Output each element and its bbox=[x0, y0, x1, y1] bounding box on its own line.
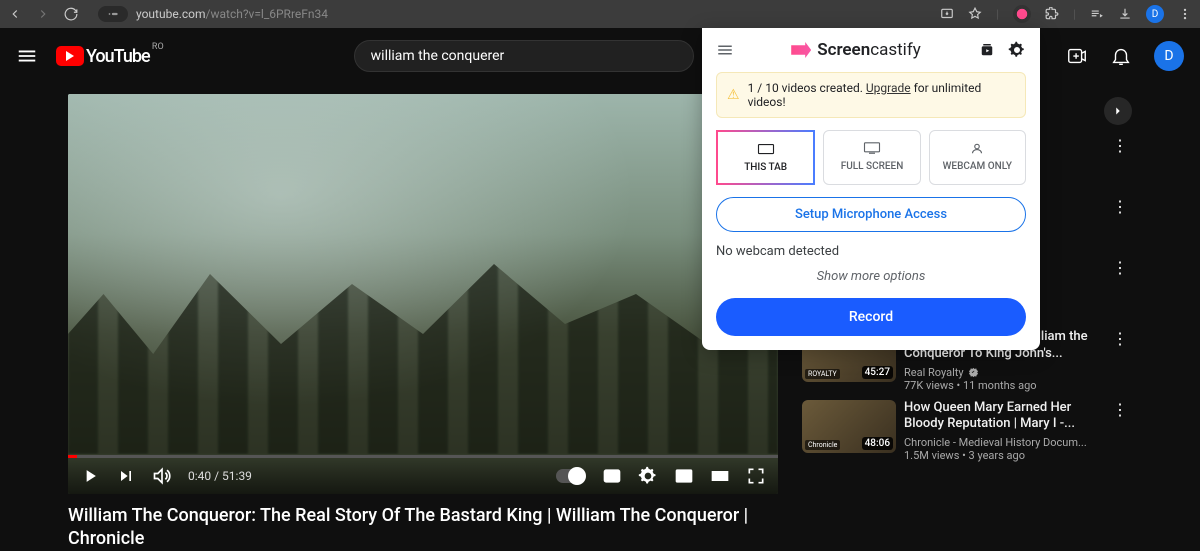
recommendation-item[interactable]: Chronicle48:06How Queen Mary Earned Her … bbox=[802, 400, 1132, 463]
play-icon[interactable] bbox=[80, 466, 100, 486]
time-display: 0:40 / 51:39 bbox=[188, 469, 252, 483]
rec-menu-icon[interactable]: ⋮ bbox=[1108, 329, 1132, 392]
video-title: William The Conqueror: The Real Story Of… bbox=[68, 504, 778, 551]
youtube-logo[interactable]: YouTube RO bbox=[56, 46, 150, 67]
screencastify-logo: Screencastify bbox=[791, 40, 921, 60]
video-player[interactable]: 0:40 / 51:39 bbox=[68, 94, 778, 494]
no-webcam-text: No webcam detected bbox=[702, 244, 1040, 269]
mode-this-tab[interactable]: THIS TAB bbox=[716, 130, 815, 185]
record-button[interactable]: Record bbox=[716, 298, 1026, 336]
screencastify-popup: Screencastify ⚠ 1 / 10 videos created. U… bbox=[702, 28, 1040, 350]
warning-icon: ⚠ bbox=[727, 87, 740, 103]
autoplay-toggle[interactable] bbox=[556, 469, 586, 483]
fullscreen-icon[interactable] bbox=[746, 466, 766, 486]
popup-menu-icon[interactable] bbox=[716, 41, 734, 59]
theater-icon[interactable] bbox=[710, 466, 730, 486]
settings-icon[interactable] bbox=[638, 466, 658, 486]
profile-avatar-small[interactable]: D bbox=[1146, 5, 1164, 23]
popup-settings-icon[interactable] bbox=[1008, 41, 1026, 59]
rec-menu-icon[interactable]: ⋮ bbox=[1108, 258, 1132, 321]
rec-menu-icon[interactable]: ⋮ bbox=[1108, 400, 1132, 463]
mode-full-screen[interactable]: FULL SCREEN bbox=[823, 130, 920, 185]
miniplayer-icon[interactable] bbox=[674, 466, 694, 486]
country-code: RO bbox=[152, 42, 164, 52]
back-icon[interactable] bbox=[8, 7, 22, 21]
downloads-icon[interactable] bbox=[1118, 7, 1132, 21]
user-avatar[interactable]: D bbox=[1154, 41, 1184, 71]
volume-icon[interactable] bbox=[152, 466, 172, 486]
hamburger-icon[interactable] bbox=[16, 45, 38, 67]
upgrade-banner: ⚠ 1 / 10 videos created. Upgrade for unl… bbox=[716, 72, 1026, 118]
extensions-icon[interactable] bbox=[1045, 7, 1059, 21]
mode-webcam[interactable]: WEBCAM ONLY bbox=[929, 130, 1026, 185]
screencastify-ext-icon[interactable] bbox=[1013, 5, 1031, 23]
setup-microphone-button[interactable]: Setup Microphone Access bbox=[716, 197, 1026, 232]
rec-meta: 77K views • 11 months ago bbox=[904, 379, 1100, 392]
rec-title: How Queen Mary Earned Her Bloody Reputat… bbox=[904, 400, 1100, 434]
rec-menu-icon[interactable]: ⋮ bbox=[1108, 136, 1132, 189]
duration-badge: 48:06 bbox=[862, 437, 893, 450]
url-text[interactable]: youtube.com/watch?v=l_6PRreFn34 bbox=[136, 7, 328, 21]
playlist-icon[interactable] bbox=[1090, 7, 1104, 21]
rec-meta: 1.5M views • 3 years ago bbox=[904, 449, 1100, 462]
create-icon[interactable] bbox=[1066, 45, 1088, 67]
upgrade-link[interactable]: Upgrade bbox=[866, 81, 911, 95]
next-icon[interactable] bbox=[116, 466, 136, 486]
show-more-options[interactable]: Show more options bbox=[702, 269, 1040, 284]
thumbnail: Chronicle48:06 bbox=[802, 400, 896, 453]
youtube-play-icon bbox=[56, 46, 84, 66]
install-icon[interactable] bbox=[940, 7, 954, 21]
site-info-icon[interactable] bbox=[98, 6, 128, 22]
browser-toolbar: youtube.com/watch?v=l_6PRreFn34 | | D bbox=[0, 0, 1200, 28]
reload-icon[interactable] bbox=[64, 7, 78, 21]
forward-icon[interactable] bbox=[36, 7, 50, 21]
rec-channel: Real Royalty bbox=[904, 366, 1100, 379]
chevron-right-icon[interactable] bbox=[1104, 97, 1132, 125]
rec-channel: Chronicle - Medieval History Docum... bbox=[904, 436, 1100, 449]
duration-badge: 45:27 bbox=[862, 366, 893, 379]
chrome-menu-icon[interactable] bbox=[1178, 7, 1192, 21]
notifications-icon[interactable] bbox=[1110, 45, 1132, 67]
search-input[interactable] bbox=[354, 40, 694, 72]
rec-menu-icon[interactable]: ⋮ bbox=[1108, 197, 1132, 250]
captions-icon[interactable] bbox=[602, 466, 622, 486]
library-icon[interactable] bbox=[978, 41, 996, 59]
bookmark-star-icon[interactable] bbox=[968, 7, 982, 21]
